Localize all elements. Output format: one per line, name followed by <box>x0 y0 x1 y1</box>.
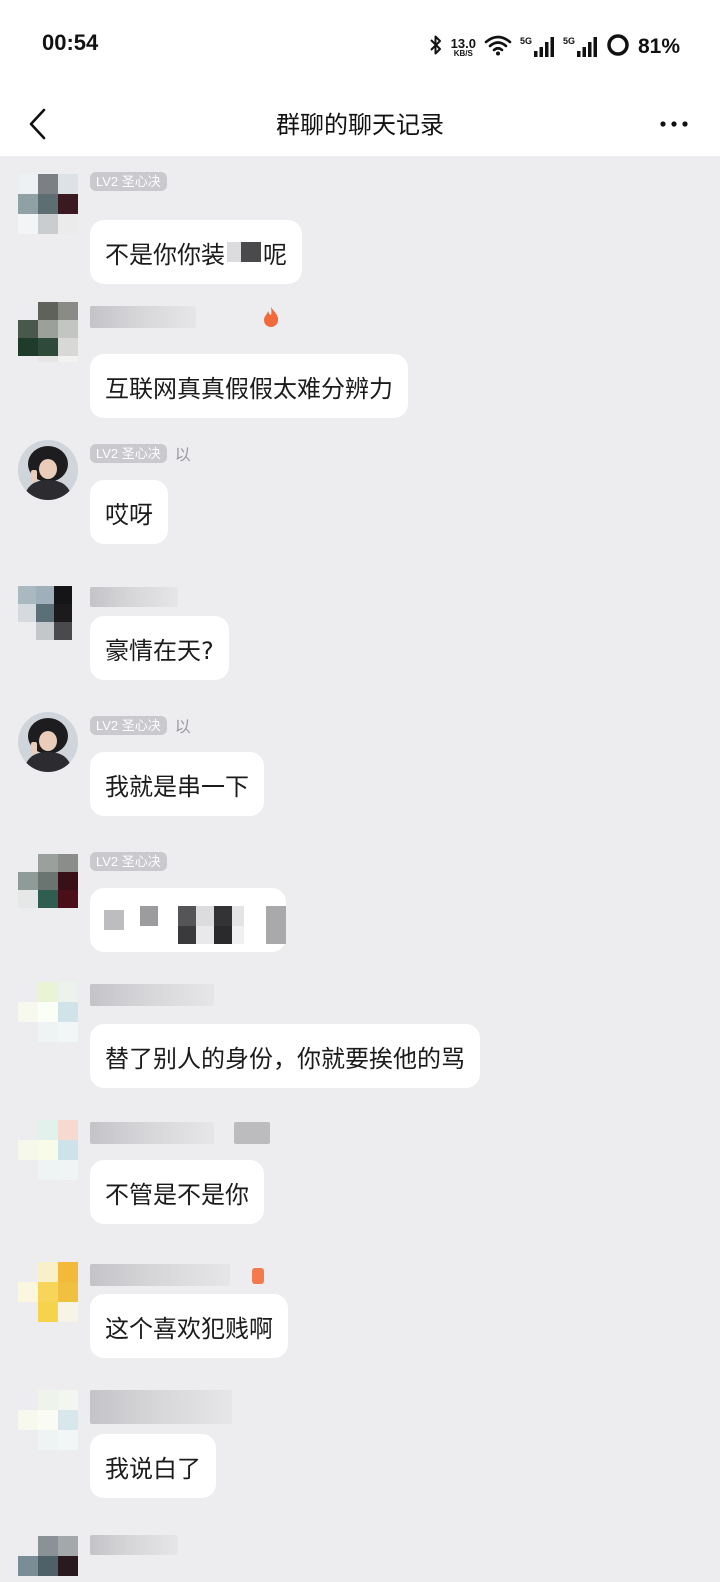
more-icon <box>660 121 688 127</box>
signal-icon-sim2: 5G <box>563 36 598 58</box>
avatar[interactable] <box>18 712 78 772</box>
message-text: 不管是不是你 <box>105 1180 249 1209</box>
level-badge: LV2 圣心决 <box>90 443 167 463</box>
wifi-icon <box>484 34 512 60</box>
sender-meta: LV2 圣心决 以 <box>90 440 191 466</box>
page-title: 群聊的聊天记录 <box>276 111 444 139</box>
battery-ring-icon <box>606 33 630 61</box>
more-options-button[interactable] <box>652 100 696 148</box>
status-icons: 13.0 KB/S 5G 5G 81% <box>429 30 680 64</box>
list-item: 互联网真真假假太难分辨力 <box>0 302 720 424</box>
list-item: 替了别人的身份，你就要挨他的骂 <box>0 982 720 1104</box>
message-text: 豪情在天? <box>105 636 214 665</box>
sender-meta <box>90 302 280 332</box>
level-badge: LV2 圣心决 <box>90 851 167 871</box>
message-bubble[interactable]: 哎呀 <box>90 480 168 544</box>
message-text-tail: 呢 <box>263 240 287 269</box>
message-bubble-redacted[interactable] <box>90 888 286 952</box>
sender-meta <box>90 1120 270 1146</box>
sender-meta <box>90 1262 266 1288</box>
level-badge: LV2 圣心决 <box>90 171 167 191</box>
network-speed: 13.0 KB/S <box>451 37 476 58</box>
status-time: 00:54 <box>42 30 99 55</box>
fire-badge-icon <box>264 307 279 327</box>
sender-meta <box>90 1390 232 1424</box>
nav-bar: 群聊的聊天记录 <box>0 92 720 156</box>
sender-meta: LV2 圣心决 <box>90 848 167 874</box>
message-bubble[interactable]: 豪情在天? <box>90 616 229 680</box>
message-bubble[interactable]: 不是你你装 呢 <box>90 220 302 284</box>
censor-block <box>227 242 261 262</box>
sender-meta <box>90 1532 178 1558</box>
chat-history-list[interactable]: LV2 圣心决 不是你你装 呢 互联网真真假假太难分辨力 LV2 圣心决 以 哎… <box>0 156 720 1582</box>
sender-name: 以 <box>174 717 191 736</box>
avatar[interactable] <box>18 1390 78 1450</box>
message-text: 互联网真真假假太难分辨力 <box>105 374 393 403</box>
list-item: LV2 圣心决 以 哎呀 <box>0 440 720 562</box>
avatar[interactable] <box>18 982 78 1042</box>
sender-name-redacted <box>90 1535 178 1555</box>
sender-name-redacted <box>90 587 178 607</box>
message-bubble[interactable]: 这个喜欢犯贱啊 <box>90 1294 288 1358</box>
message-text: 我说白了 <box>105 1454 201 1483</box>
sender-name-redacted <box>90 1122 214 1144</box>
sender-meta: LV2 圣心决 以 <box>90 712 191 738</box>
bluetooth-icon <box>429 34 443 60</box>
network-speed-unit: KB/S <box>453 48 473 58</box>
signal-icon-sim1: 5G <box>520 36 555 58</box>
sender-name-redacted <box>90 306 196 328</box>
avatar[interactable] <box>18 1536 78 1582</box>
message-bubble[interactable]: 互联网真真假假太难分辨力 <box>90 354 408 418</box>
list-item: LV2 圣心决 不是你你装 呢 <box>0 168 720 288</box>
avatar[interactable] <box>18 586 78 646</box>
sender-meta: LV2 圣心决 <box>90 168 167 194</box>
message-text: 替了别人的身份，你就要挨他的骂 <box>105 1044 465 1073</box>
sender-name-redacted <box>90 984 214 1006</box>
battery-percent: 81% <box>637 35 680 58</box>
censored-content <box>104 906 286 944</box>
message-text: 哎呀 <box>105 500 153 529</box>
list-item: 这个喜欢犯贱啊 <box>0 1262 720 1384</box>
list-item: LV2 圣心决 <box>0 848 720 970</box>
message-bubble[interactable]: 不管是不是你 <box>90 1160 264 1224</box>
message-text: 这个喜欢犯贱啊 <box>105 1314 273 1343</box>
avatar[interactable] <box>18 1120 78 1180</box>
level-badge: LV2 圣心决 <box>90 715 167 735</box>
list-item: 我说白了 <box>0 1390 720 1512</box>
list-item: 不管是不是你 <box>0 1120 720 1242</box>
list-item <box>0 1532 720 1582</box>
message-bubble[interactable]: 我说白了 <box>90 1434 216 1498</box>
avatar[interactable] <box>18 1262 78 1322</box>
message-text: 不是你你装 <box>105 240 225 269</box>
sender-name-redacted <box>90 1390 232 1424</box>
sender-name-redacted <box>90 1264 230 1286</box>
message-bubble[interactable]: 替了别人的身份，你就要挨他的骂 <box>90 1024 480 1088</box>
network-speed-value: 13.0 <box>450 35 476 51</box>
avatar[interactable] <box>18 174 78 234</box>
sender-name: 以 <box>174 445 191 464</box>
list-item: 豪情在天? <box>0 584 720 706</box>
avatar[interactable] <box>18 302 78 362</box>
fire-badge-icon <box>252 1268 264 1284</box>
sender-meta <box>90 584 178 610</box>
status-bar: 00:54 13.0 KB/S 5G 5G 81% <box>0 0 720 92</box>
avatar[interactable] <box>18 854 78 914</box>
message-bubble[interactable]: 我就是串一下 <box>90 752 264 816</box>
message-text: 我就是串一下 <box>105 772 249 801</box>
sender-meta <box>90 982 214 1008</box>
list-item: LV2 圣心决 以 我就是串一下 <box>0 712 720 834</box>
avatar[interactable] <box>18 440 78 500</box>
